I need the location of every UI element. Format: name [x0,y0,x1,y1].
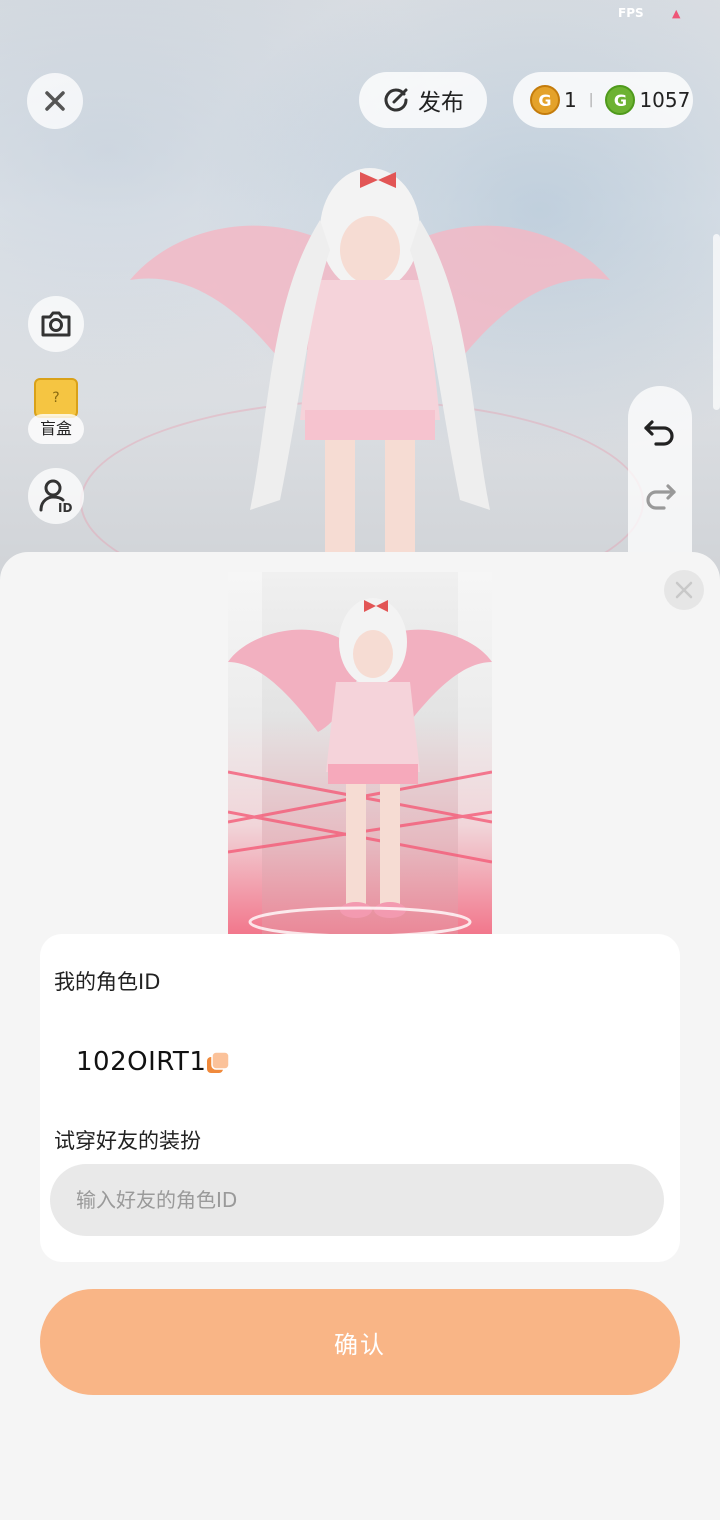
blindbox-icon: ? [34,378,78,418]
my-role-id-label: 我的角色ID [54,970,161,994]
user-id-icon: ID [39,479,72,514]
close-icon [45,91,65,111]
camera-icon [41,311,71,337]
preview-avatar-figure [228,598,492,934]
copy-icon [207,1051,230,1073]
copy-id-button[interactable] [206,1051,230,1075]
redo-button[interactable] [642,480,678,510]
blindbox-label: 盲盒 [28,414,84,444]
publish-label: 发布 [418,90,464,116]
currency-balance[interactable]: G 1 | G 1057 [513,72,693,128]
try-on-friend-label: 试穿好友的装扮 [54,1129,201,1153]
publish-icon [384,88,408,112]
avatar-figure [130,168,610,600]
undo-button[interactable] [642,416,678,446]
sheet-close-button[interactable] [664,570,704,610]
my-role-id-value: 102OIRT1 [76,1047,207,1077]
svg-text:ID: ID [58,501,72,514]
gold-coin-icon: G [530,85,560,115]
scene-scroll-handle [713,234,720,410]
avatar-preview [228,572,492,934]
currency-divider: | [588,92,594,108]
close-scene-button[interactable] [27,73,83,129]
fps-status-icon: ▲ [672,7,681,20]
avatar-id-button[interactable]: ID [28,468,84,524]
redo-icon [646,484,676,510]
green-coin-amount: 1057 [639,88,691,112]
close-icon [675,581,693,599]
publish-button[interactable]: 发布 [359,72,487,128]
gold-coin-amount: 1 [564,88,577,112]
friend-id-input[interactable] [50,1164,664,1236]
undo-icon [644,420,674,446]
confirm-button[interactable]: 确认 [40,1289,680,1395]
blindbox-button[interactable]: ? 盲盒 [28,378,84,444]
green-coin-icon: G [605,85,636,115]
fps-indicator: FPS [618,6,644,20]
camera-button[interactable] [28,296,84,352]
